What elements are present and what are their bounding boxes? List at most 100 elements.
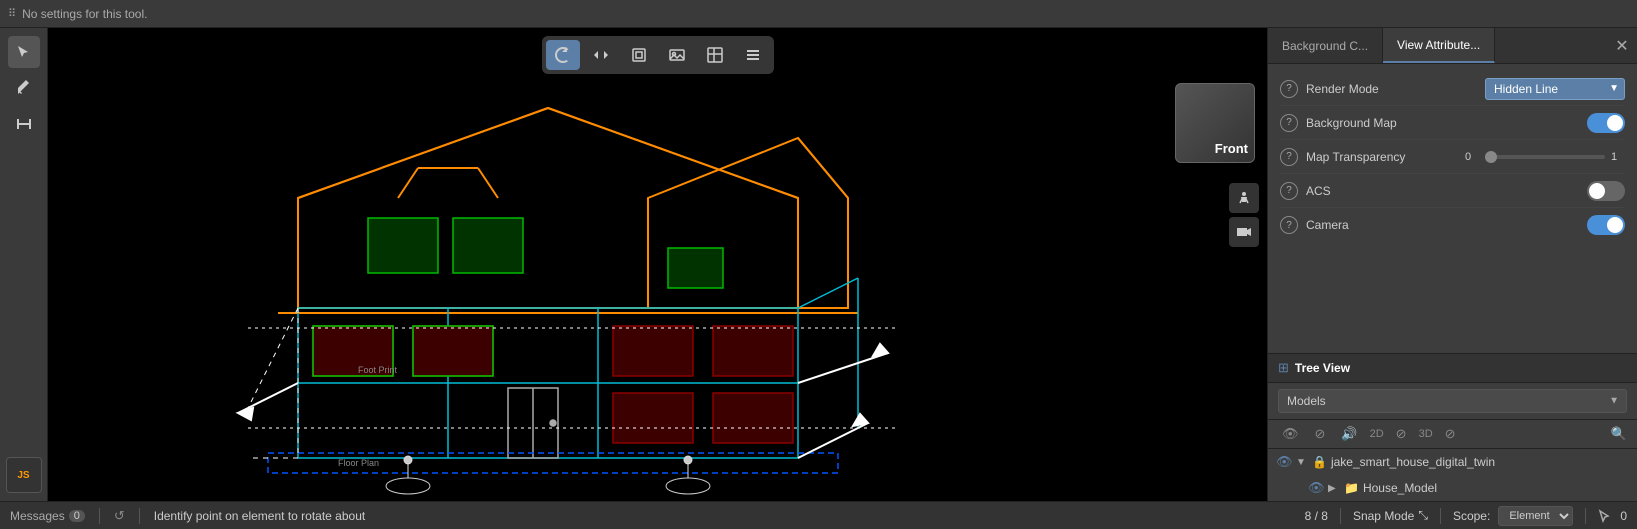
main-area: JS: [0, 28, 1637, 501]
view-image-button[interactable]: [660, 40, 694, 70]
background-map-help-icon[interactable]: ?: [1280, 114, 1298, 132]
tree-item-jake[interactable]: 👁 ▼ 🔒 jake_smart_house_digital_twin: [1268, 449, 1637, 475]
models-bar: Models ▼: [1268, 383, 1637, 420]
acs-help-icon[interactable]: ?: [1280, 182, 1298, 200]
tab-view-attribute[interactable]: View Attribute...: [1383, 28, 1495, 63]
tree-icons-row: 👁 ⊘ 🔊 2D ⊘ 3D ⊘ 🔍: [1268, 420, 1637, 449]
tree-view-icon: ⊞: [1278, 360, 1289, 376]
select-tool-button[interactable]: [8, 36, 40, 68]
acs-control: [1587, 181, 1625, 201]
background-map-row: ? Background Map: [1280, 106, 1625, 140]
status-divider-2: [139, 508, 140, 524]
pan-view-button[interactable]: [584, 40, 618, 70]
left-sidebar: JS: [0, 28, 48, 501]
view-cube-label: Front: [1215, 141, 1248, 156]
map-transparency-control: 0 1: [1465, 151, 1625, 163]
tree-2d-label: 2D: [1370, 428, 1384, 440]
tree-item-house-label: House_Model: [1363, 481, 1437, 495]
slider-area: 0 1: [1465, 151, 1625, 163]
tree-3d-label: 3D: [1419, 428, 1433, 440]
tree-2d-toggle[interactable]: ⊘: [1392, 424, 1411, 444]
snap-mode-button[interactable]: Snap Mode ⤡: [1353, 508, 1428, 523]
slider-max-val: 1: [1611, 151, 1625, 163]
render-mode-row: ? Render Mode Hidden Line Wireframe Smoo…: [1280, 72, 1625, 106]
background-map-label: Background Map: [1306, 116, 1587, 130]
svg-text:Foot Print: Foot Print: [358, 365, 398, 375]
models-select-wrap: Models ▼: [1278, 389, 1627, 413]
camera-help-icon[interactable]: ?: [1280, 216, 1298, 234]
viewport-toolbar: [542, 36, 774, 74]
identify-text: Identify point on element to rotate abou…: [154, 509, 365, 523]
status-divider-4: [1440, 508, 1441, 524]
map-transparency-slider[interactable]: [1485, 155, 1605, 159]
js-badge: JS: [6, 457, 42, 493]
item-lock-icon: 🔒: [1312, 455, 1327, 469]
rotate-view-button[interactable]: [546, 40, 580, 70]
tree-view-header: ⊞ Tree View: [1268, 353, 1637, 383]
acs-label: ACS: [1306, 184, 1587, 198]
measure-tool-button[interactable]: [8, 108, 40, 140]
tree-item-house-model[interactable]: 👁 ▶ 📁 House_Model: [1268, 475, 1637, 501]
snap-mode-icon: ⤡: [1418, 508, 1428, 523]
render-mode-label: Render Mode: [1306, 82, 1485, 96]
undo-button[interactable]: ↺: [114, 508, 125, 524]
page-info: 8 / 8: [1305, 509, 1328, 523]
render-mode-dropdown-wrap: Hidden Line Wireframe Smooth Flat ▼: [1485, 78, 1625, 100]
item-expand-icon[interactable]: ▼: [1296, 457, 1308, 468]
status-divider-1: [99, 508, 100, 524]
status-divider-5: [1585, 508, 1586, 524]
viewport: Foot Print Floor Plan Front: [48, 28, 1267, 501]
item-expand-icon-2[interactable]: ▶: [1328, 483, 1340, 494]
top-toolbar: ⠿ No settings for this tool.: [0, 0, 1637, 28]
view-cube[interactable]: Front: [1175, 83, 1255, 163]
tree-visibility-button[interactable]: 👁: [1278, 424, 1303, 444]
slider-min-val: 0: [1465, 151, 1479, 163]
scope-select[interactable]: Element Model World: [1498, 506, 1573, 526]
item-folder-icon: 📁: [1344, 481, 1359, 495]
svg-text:Floor Plan: Floor Plan: [338, 458, 379, 468]
window-area-button[interactable]: [698, 40, 732, 70]
snap-mode-label: Snap Mode: [1353, 509, 1414, 523]
tree-3d-toggle[interactable]: ⊘: [1441, 424, 1460, 444]
js-badge-text: JS: [17, 470, 29, 481]
tree-item-label: jake_smart_house_digital_twin: [1331, 455, 1495, 469]
cursor-icon: [1598, 509, 1612, 523]
cursor-count: 0: [1620, 509, 1627, 523]
cube-face: Front: [1175, 83, 1255, 163]
item-visibility-icon: 👁: [1276, 454, 1292, 470]
messages-label: Messages: [10, 509, 65, 523]
background-map-control: [1587, 113, 1625, 133]
camera-row: ? Camera: [1280, 208, 1625, 242]
panel-content: ? Render Mode Hidden Line Wireframe Smoo…: [1268, 64, 1637, 353]
tree-view-label: Tree View: [1295, 361, 1350, 375]
camera-label: Camera: [1306, 218, 1587, 232]
acs-row: ? ACS: [1280, 174, 1625, 208]
tree-search-button[interactable]: 🔍: [1611, 426, 1627, 442]
walkthrough-button[interactable]: [1229, 183, 1259, 213]
fit-view-button[interactable]: [622, 40, 656, 70]
camera-button[interactable]: [1229, 217, 1259, 247]
acs-toggle[interactable]: [1587, 181, 1625, 201]
map-transparency-help-icon[interactable]: ?: [1280, 148, 1298, 166]
drag-icon: ⠿: [8, 7, 16, 20]
models-select[interactable]: Models: [1278, 389, 1627, 413]
status-right: 8 / 8 Snap Mode ⤡ Scope: Element Model W…: [1305, 506, 1627, 526]
render-mode-select[interactable]: Hidden Line Wireframe Smooth Flat: [1485, 78, 1625, 100]
no-settings-text: No settings for this tool.: [22, 7, 147, 21]
background-map-toggle[interactable]: [1587, 113, 1625, 133]
draw-tool-button[interactable]: [8, 72, 40, 104]
right-panel: Background C... View Attribute... ✕ ? Re…: [1267, 28, 1637, 501]
tree-volume-button[interactable]: 🔊: [1337, 424, 1361, 444]
menu-button[interactable]: [736, 40, 770, 70]
panel-tabs: Background C... View Attribute... ✕: [1268, 28, 1637, 64]
tab-background-c[interactable]: Background C...: [1268, 28, 1383, 63]
tree-hide-button[interactable]: ⊘: [1311, 424, 1330, 444]
camera-control: [1587, 215, 1625, 235]
viewport-side-buttons: [1229, 183, 1259, 247]
map-transparency-row: ? Map Transparency 0 1: [1280, 140, 1625, 174]
status-bar: Messages 0 ↺ Identify point on element t…: [0, 501, 1637, 529]
map-transparency-label: Map Transparency: [1306, 150, 1465, 164]
render-mode-help-icon[interactable]: ?: [1280, 80, 1298, 98]
camera-toggle[interactable]: [1587, 215, 1625, 235]
panel-close-button[interactable]: ✕: [1607, 28, 1637, 64]
